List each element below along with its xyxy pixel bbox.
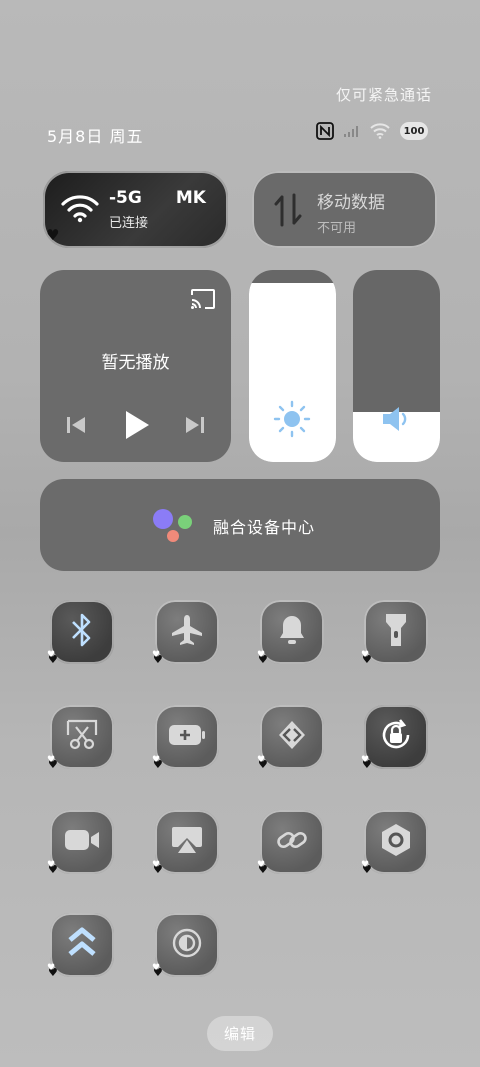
next-track-icon[interactable] xyxy=(185,415,205,439)
wifi-network-name: -5G xyxy=(109,188,142,208)
edit-button[interactable]: 编辑 xyxy=(207,1016,273,1051)
tile-screenshot[interactable]: ♥ ♥ xyxy=(47,705,114,771)
speaker-icon xyxy=(381,405,413,437)
heart-decoration-icon: ♥ xyxy=(361,755,370,765)
wifi-icon xyxy=(61,194,99,228)
nfc-icon xyxy=(316,122,334,140)
wifi-name-suffix: MK xyxy=(175,188,206,208)
tile-battery-saver[interactable]: ♥ ♥ xyxy=(152,705,219,771)
tile-settings-hex[interactable]: ♥ ♥ xyxy=(361,810,428,876)
airplane-icon xyxy=(170,613,204,651)
heart-decoration-icon: ♥ xyxy=(47,860,56,870)
previous-track-icon[interactable] xyxy=(66,415,86,439)
bell-icon xyxy=(277,614,307,650)
battery-saver-icon xyxy=(168,723,206,751)
tile-chevrons-up[interactable]: ♥ ♥ xyxy=(47,913,114,979)
heart-decoration-icon: ♥ xyxy=(47,963,56,973)
heart-decoration-icon: ♥ xyxy=(257,755,266,765)
data-arrows-icon xyxy=(274,193,302,231)
chevrons-up-icon xyxy=(68,926,96,964)
device-center-icon xyxy=(152,508,196,548)
tile-airplane[interactable]: ♥ ♥ xyxy=(152,600,219,666)
wifi-card[interactable]: -5G MK 已连接 ♥ xyxy=(43,171,228,248)
code-icon xyxy=(276,719,308,755)
bluetooth-icon xyxy=(69,613,95,651)
heart-decoration-icon: ♥ xyxy=(46,226,60,244)
tile-bluetooth[interactable]: ♥ ♥ xyxy=(47,600,114,666)
wifi-status: 已连接 xyxy=(109,216,149,231)
heart-decoration-icon: ♥ xyxy=(152,963,161,973)
flashlight-icon xyxy=(384,612,408,652)
heart-decoration-icon: ♥ xyxy=(47,650,56,660)
heart-decoration-icon: ♥ xyxy=(361,650,370,660)
heart-decoration-icon: ♥ xyxy=(47,755,56,765)
date-label: 5月8日 周五 xyxy=(47,127,144,146)
settings-hex-icon xyxy=(380,823,412,861)
brightness-slider[interactable] xyxy=(249,270,336,462)
mobile-data-card[interactable]: 移动数据 不可用 xyxy=(252,171,437,248)
link-icon xyxy=(275,825,309,859)
status-icons: 100 xyxy=(316,122,428,140)
tile-video[interactable]: ♥ ♥ xyxy=(47,810,114,876)
heart-decoration-icon: ♥ xyxy=(257,860,266,870)
emergency-call-text: 仅可紧急通话 xyxy=(335,86,432,104)
media-title: 暂无播放 xyxy=(101,353,170,373)
wifi-status-icon xyxy=(370,123,390,139)
fusion-label: 融合设备中心 xyxy=(213,518,316,537)
heart-decoration-icon: ♥ xyxy=(361,860,370,870)
tile-link[interactable]: ♥ ♥ xyxy=(257,810,324,876)
cast-icon xyxy=(170,825,204,859)
heart-decoration-icon: ♥ xyxy=(257,650,266,660)
volume-slider[interactable] xyxy=(353,270,440,462)
contrast-icon xyxy=(171,927,203,963)
media-player-card[interactable]: 暂无播放 xyxy=(40,270,231,462)
mobile-data-status: 不可用 xyxy=(317,221,357,236)
tile-code[interactable]: ♥ ♥ xyxy=(257,705,324,771)
tile-cast[interactable]: ♥ ♥ xyxy=(152,810,219,876)
screenshot-icon xyxy=(66,719,98,755)
play-icon[interactable] xyxy=(124,410,150,444)
sun-icon xyxy=(273,400,311,442)
tile-contrast[interactable]: ♥ ♥ xyxy=(152,913,219,979)
video-icon xyxy=(64,828,100,856)
battery-indicator: 100 xyxy=(400,122,428,140)
tile-bell[interactable]: ♥ ♥ xyxy=(257,600,324,666)
cast-screen-icon[interactable] xyxy=(190,288,216,314)
fusion-device-center[interactable]: 融合设备中心 xyxy=(40,479,440,571)
tile-flashlight[interactable]: ♥ ♥ xyxy=(361,600,428,666)
mobile-data-title: 移动数据 xyxy=(317,193,385,213)
heart-decoration-icon: ♥ xyxy=(152,860,161,870)
heart-decoration-icon: ♥ xyxy=(152,755,161,765)
tile-rotation-lock[interactable]: ♥ ♥ xyxy=(361,705,428,771)
rotation-lock-icon xyxy=(378,717,414,757)
heart-decoration-icon: ♥ xyxy=(152,650,161,660)
signal-icon xyxy=(344,125,360,137)
